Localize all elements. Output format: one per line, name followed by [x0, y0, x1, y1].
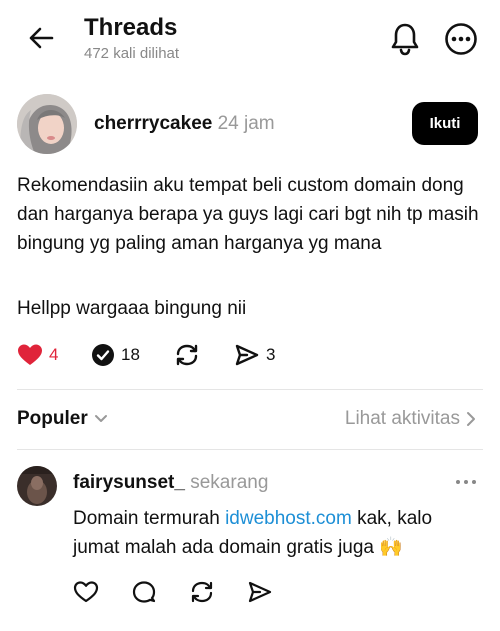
divider	[17, 449, 483, 450]
view-activity-link[interactable]: Lihat aktivitas	[345, 408, 476, 430]
post-time: 24 jam	[217, 113, 275, 134]
reply-text-before: Domain termurah	[73, 508, 226, 529]
reply-username[interactable]: fairysunset_	[73, 472, 185, 493]
arrow-left-icon	[29, 27, 54, 49]
page-title: Threads	[84, 14, 178, 41]
reply-count: 18	[121, 345, 140, 364]
reply-link[interactable]: idwebhost.com	[225, 508, 352, 529]
back-button[interactable]	[28, 26, 54, 50]
notification-button[interactable]	[390, 22, 420, 56]
share-count: 3	[266, 345, 276, 364]
follow-button[interactable]: Ikuti	[412, 102, 478, 145]
send-icon	[248, 581, 272, 603]
reply-count-button[interactable]: 18	[91, 343, 140, 367]
view-count: 472 kali dilihat	[84, 45, 180, 62]
reply-avatar[interactable]	[17, 466, 57, 506]
like-button[interactable]: 4	[17, 343, 58, 367]
chevron-right-icon	[467, 412, 475, 426]
reply-avatar-image	[17, 466, 57, 506]
post-header: cherrrycakee 24 jam	[94, 113, 275, 135]
send-icon	[235, 344, 259, 366]
reply-share-button[interactable]	[247, 580, 273, 604]
repost-button[interactable]	[174, 343, 200, 367]
sort-dropdown[interactable]: Populer	[17, 408, 108, 430]
reply-repost-button[interactable]	[189, 580, 215, 604]
more-circle-icon	[445, 23, 477, 55]
repost-icon	[191, 581, 213, 603]
reply-time: sekarang	[190, 472, 269, 493]
view-activity-label: Lihat aktivitas	[344, 408, 460, 429]
divider	[17, 389, 483, 390]
reply-text: Domain termurah idwebhost.com kak, kalo …	[73, 504, 483, 562]
share-button[interactable]: 3	[234, 343, 275, 367]
heart-icon	[73, 581, 99, 603]
comment-icon	[132, 581, 156, 603]
reply-like-button[interactable]	[73, 580, 99, 604]
chevron-down-icon	[94, 415, 107, 422]
bell-icon	[391, 23, 419, 56]
post-text-secondary: Hellpp wargaaa bingung nii	[17, 298, 247, 319]
sort-label: Populer	[17, 408, 88, 429]
avatar-image	[17, 94, 77, 154]
avatar[interactable]	[17, 94, 77, 154]
reply-header: fairysunset_ sekarang	[73, 472, 268, 494]
like-count: 4	[49, 345, 59, 364]
verified-check-icon	[92, 344, 114, 366]
repost-icon	[176, 344, 198, 366]
reply-comment-button[interactable]	[131, 580, 157, 604]
ellipsis-icon	[456, 480, 476, 484]
reply-more-button[interactable]	[454, 478, 478, 486]
post-text: Rekomendasiin aku tempat beli custom dom…	[17, 175, 479, 254]
more-options-button[interactable]	[444, 22, 478, 56]
post-username[interactable]: cherrrycakee	[94, 113, 212, 134]
heart-filled-icon	[18, 344, 42, 365]
